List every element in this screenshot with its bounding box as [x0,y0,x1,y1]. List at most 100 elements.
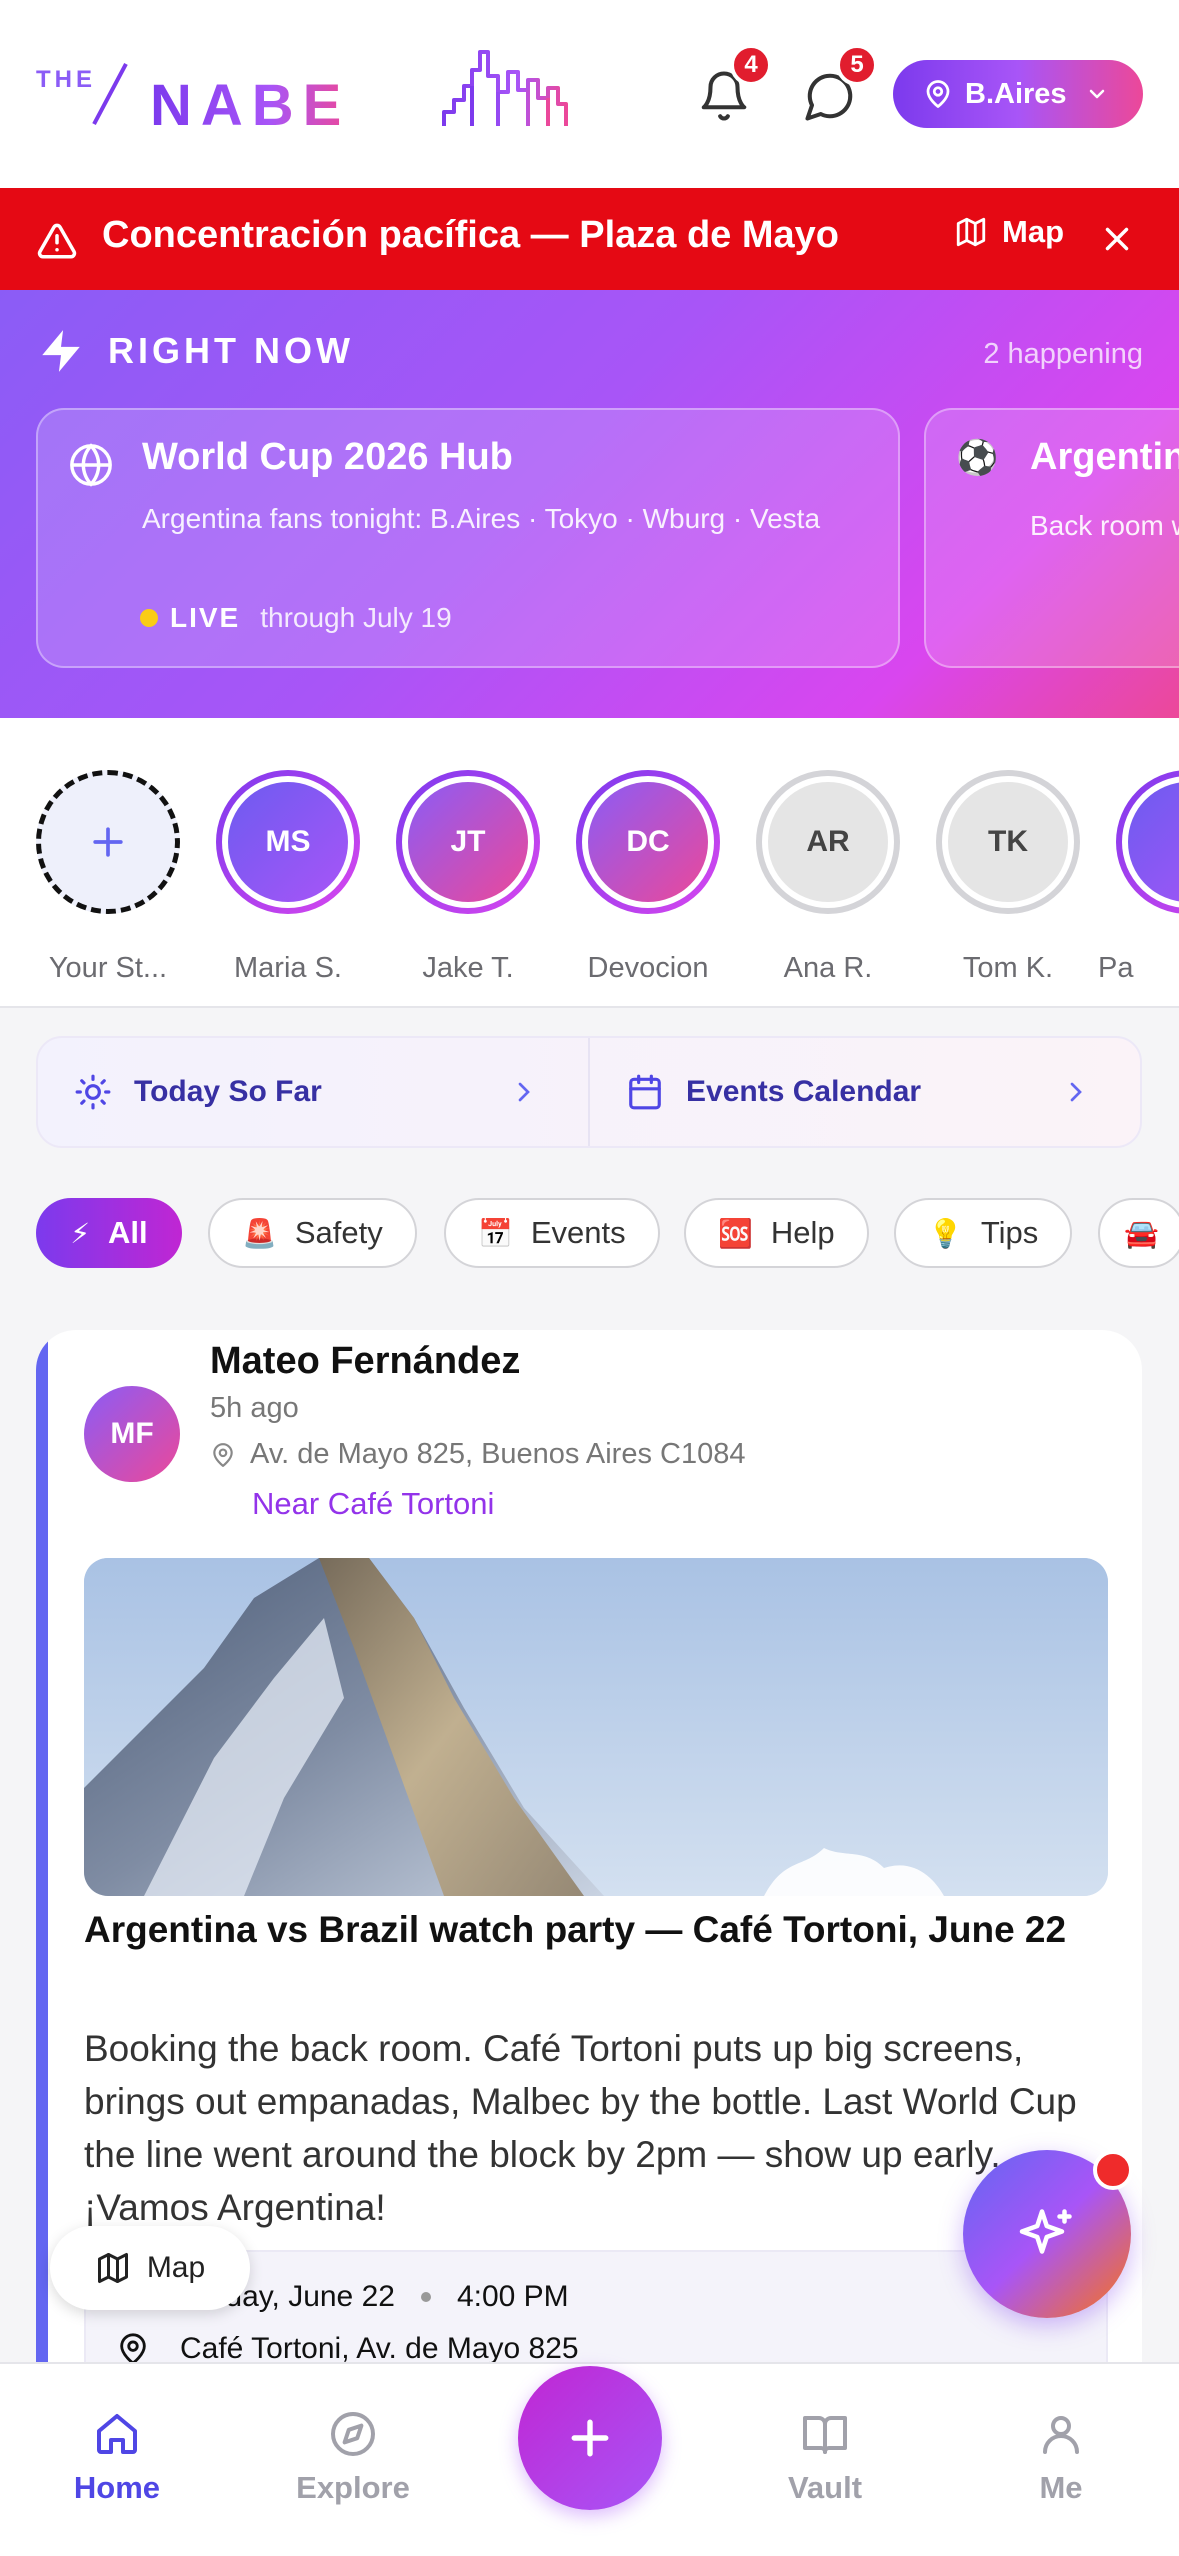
nav-vault[interactable]: Vault [750,2404,900,2514]
ai-notification-dot [1093,2150,1133,2190]
city-label: B.Aires [965,77,1067,110]
nav-explore[interactable]: Explore [278,2404,428,2514]
story-item[interactable]: AR Ana R. [740,752,900,984]
story-item[interactable]: DC Devocion [560,752,720,984]
story-name: Ana R. [783,952,873,984]
alert-map-button[interactable]: Map [954,214,1064,250]
quick-links: Today So Far Events Calendar [36,1036,1142,1148]
app-logo[interactable]: THE NABE [36,58,341,138]
chip-label: Safety [294,1215,383,1250]
nav-label: Home [73,2470,161,2505]
book-icon [803,2416,847,2454]
story-item[interactable]: Pa [1098,752,1179,984]
quick-link-label: Today So Far [134,1075,322,1108]
live-label: LIVE [170,602,241,633]
card-description: Back room wraps the [1030,510,1179,541]
story-name: Pa [1098,952,1134,984]
chip-label: Tips [980,1215,1039,1250]
card-description: Argentina fans tonight: B.Aires · Tokyo … [142,503,821,534]
app-root: THE NABE 4 5 B.Aires Concentración pacíf… [0,0,1179,2556]
filter-chip-safety[interactable]: 🚨 Safety [208,1198,417,1268]
post-near-link[interactable]: Near Café Tortoni [252,1486,494,1522]
avatar: DC [588,782,708,902]
right-now-section: RIGHT NOW 2 happening World Cup 2026 Hub… [0,290,1179,718]
filter-chips: ⚡ All 🚨 Safety 📅 Events 🆘 Help 💡 Tips 🚘 [36,1198,1179,1268]
chevron-right-icon [1070,1082,1082,1102]
alert-text: Concentración pacífica — Plaza de Mayo [102,214,839,256]
avatar: TK [948,782,1068,902]
warning-icon [37,223,77,259]
events-calendar-link[interactable]: Events Calendar [588,1038,1140,1146]
filter-chip-events[interactable]: 📅 Events [444,1198,660,1268]
lightbulb-icon: 💡 [928,1217,963,1249]
sun-icon [75,1074,111,1110]
calendar-icon: 📅 [478,1217,513,1249]
avatar: MS [228,782,348,902]
map-icon [956,217,986,247]
story-item[interactable]: MS Maria S. [200,752,360,984]
siren-icon: 🚨 [242,1217,277,1249]
story-name: Jake T. [422,952,514,984]
chip-label: All [108,1215,148,1250]
event-time: 4:00 PM [456,2280,569,2313]
add-story-button[interactable] [36,770,180,914]
story-ring: MS [216,770,360,914]
logo-slash [92,63,128,125]
logo-prefix: THE [36,66,96,93]
filter-chip-all[interactable]: ⚡ All [36,1198,182,1268]
location-pin-icon [926,80,950,108]
lightning-icon [42,330,80,372]
logo-name: NABE [150,73,351,138]
sparkles-icon [1019,2209,1072,2254]
live-when: through July 19 [260,602,452,633]
post-address: Av. de Mayo 825, Buenos Aires C1084 [250,1438,746,1470]
stories-row: Your St... MS Maria S. JT Jake T. DC Dev… [0,718,1179,1008]
filter-chip-tips[interactable]: 💡 Tips [894,1198,1073,1268]
nav-me[interactable]: Me [986,2404,1136,2514]
story-ring: TK [936,770,1080,914]
story-item[interactable]: TK Tom K. [920,752,1080,984]
notifications-button[interactable]: 4 [694,44,772,126]
top-header: THE NABE 4 5 B.Aires [0,0,1179,188]
messages-button[interactable]: 5 [800,44,878,126]
lightning-icon: ⚡ [70,1217,91,1249]
card-title: World Cup 2026 Hub [142,436,513,478]
right-now-card[interactable]: World Cup 2026 Hub Argentina fans tonigh… [36,408,900,668]
author-avatar[interactable]: MF [84,1386,180,1482]
compose-button[interactable] [518,2366,662,2510]
globe-icon [70,443,112,487]
plus-icon [571,2419,609,2457]
filter-chip-help[interactable]: 🆘 Help [684,1198,869,1268]
live-dot [140,609,158,627]
card-title: Argentin [1030,436,1179,478]
plus-icon [93,827,123,857]
quick-link-label: Events Calendar [686,1075,922,1108]
post-headline[interactable]: Argentina vs Brazil watch party — Café T… [84,1902,1104,1958]
floating-map-button[interactable]: Map [50,2226,250,2310]
post-photo[interactable] [84,1558,1108,1896]
story-add[interactable]: Your St... [20,752,180,984]
alert-map-label: Map [1002,214,1064,249]
right-now-card[interactable]: ⚽ Argentin Back room wraps the [924,408,1179,668]
filter-chip-more[interactable]: 🚘 [1098,1198,1179,1268]
avatar [1128,782,1179,902]
story-ring: JT [396,770,540,914]
post-author[interactable]: Mateo Fernández [210,1340,520,1383]
right-now-header: RIGHT NOW [36,326,354,376]
map-icon [97,2253,128,2283]
story-ring: DC [576,770,720,914]
story-name: Your St... [48,952,168,984]
story-item[interactable]: JT Jake T. [380,752,540,984]
sos-icon: 🆘 [718,1217,753,1249]
notifications-badge: 4 [730,44,772,86]
chevron-down-icon [1089,89,1104,99]
event-location: Café Tortoni, Av. de Mayo 825 [116,2332,579,2366]
alert-banner[interactable]: Concentración pacífica — Plaza de Mayo M… [0,188,1179,290]
event-place: Café Tortoni, Av. de Mayo 825 [180,2332,579,2365]
ai-assistant-button[interactable] [963,2150,1133,2318]
nav-home[interactable]: Home [42,2404,192,2514]
post-body: Booking the back room. Café Tortoni puts… [84,2028,1077,2228]
close-icon[interactable] [1098,220,1136,258]
city-selector[interactable]: B.Aires [893,60,1143,128]
today-so-far-link[interactable]: Today So Far [38,1038,588,1146]
